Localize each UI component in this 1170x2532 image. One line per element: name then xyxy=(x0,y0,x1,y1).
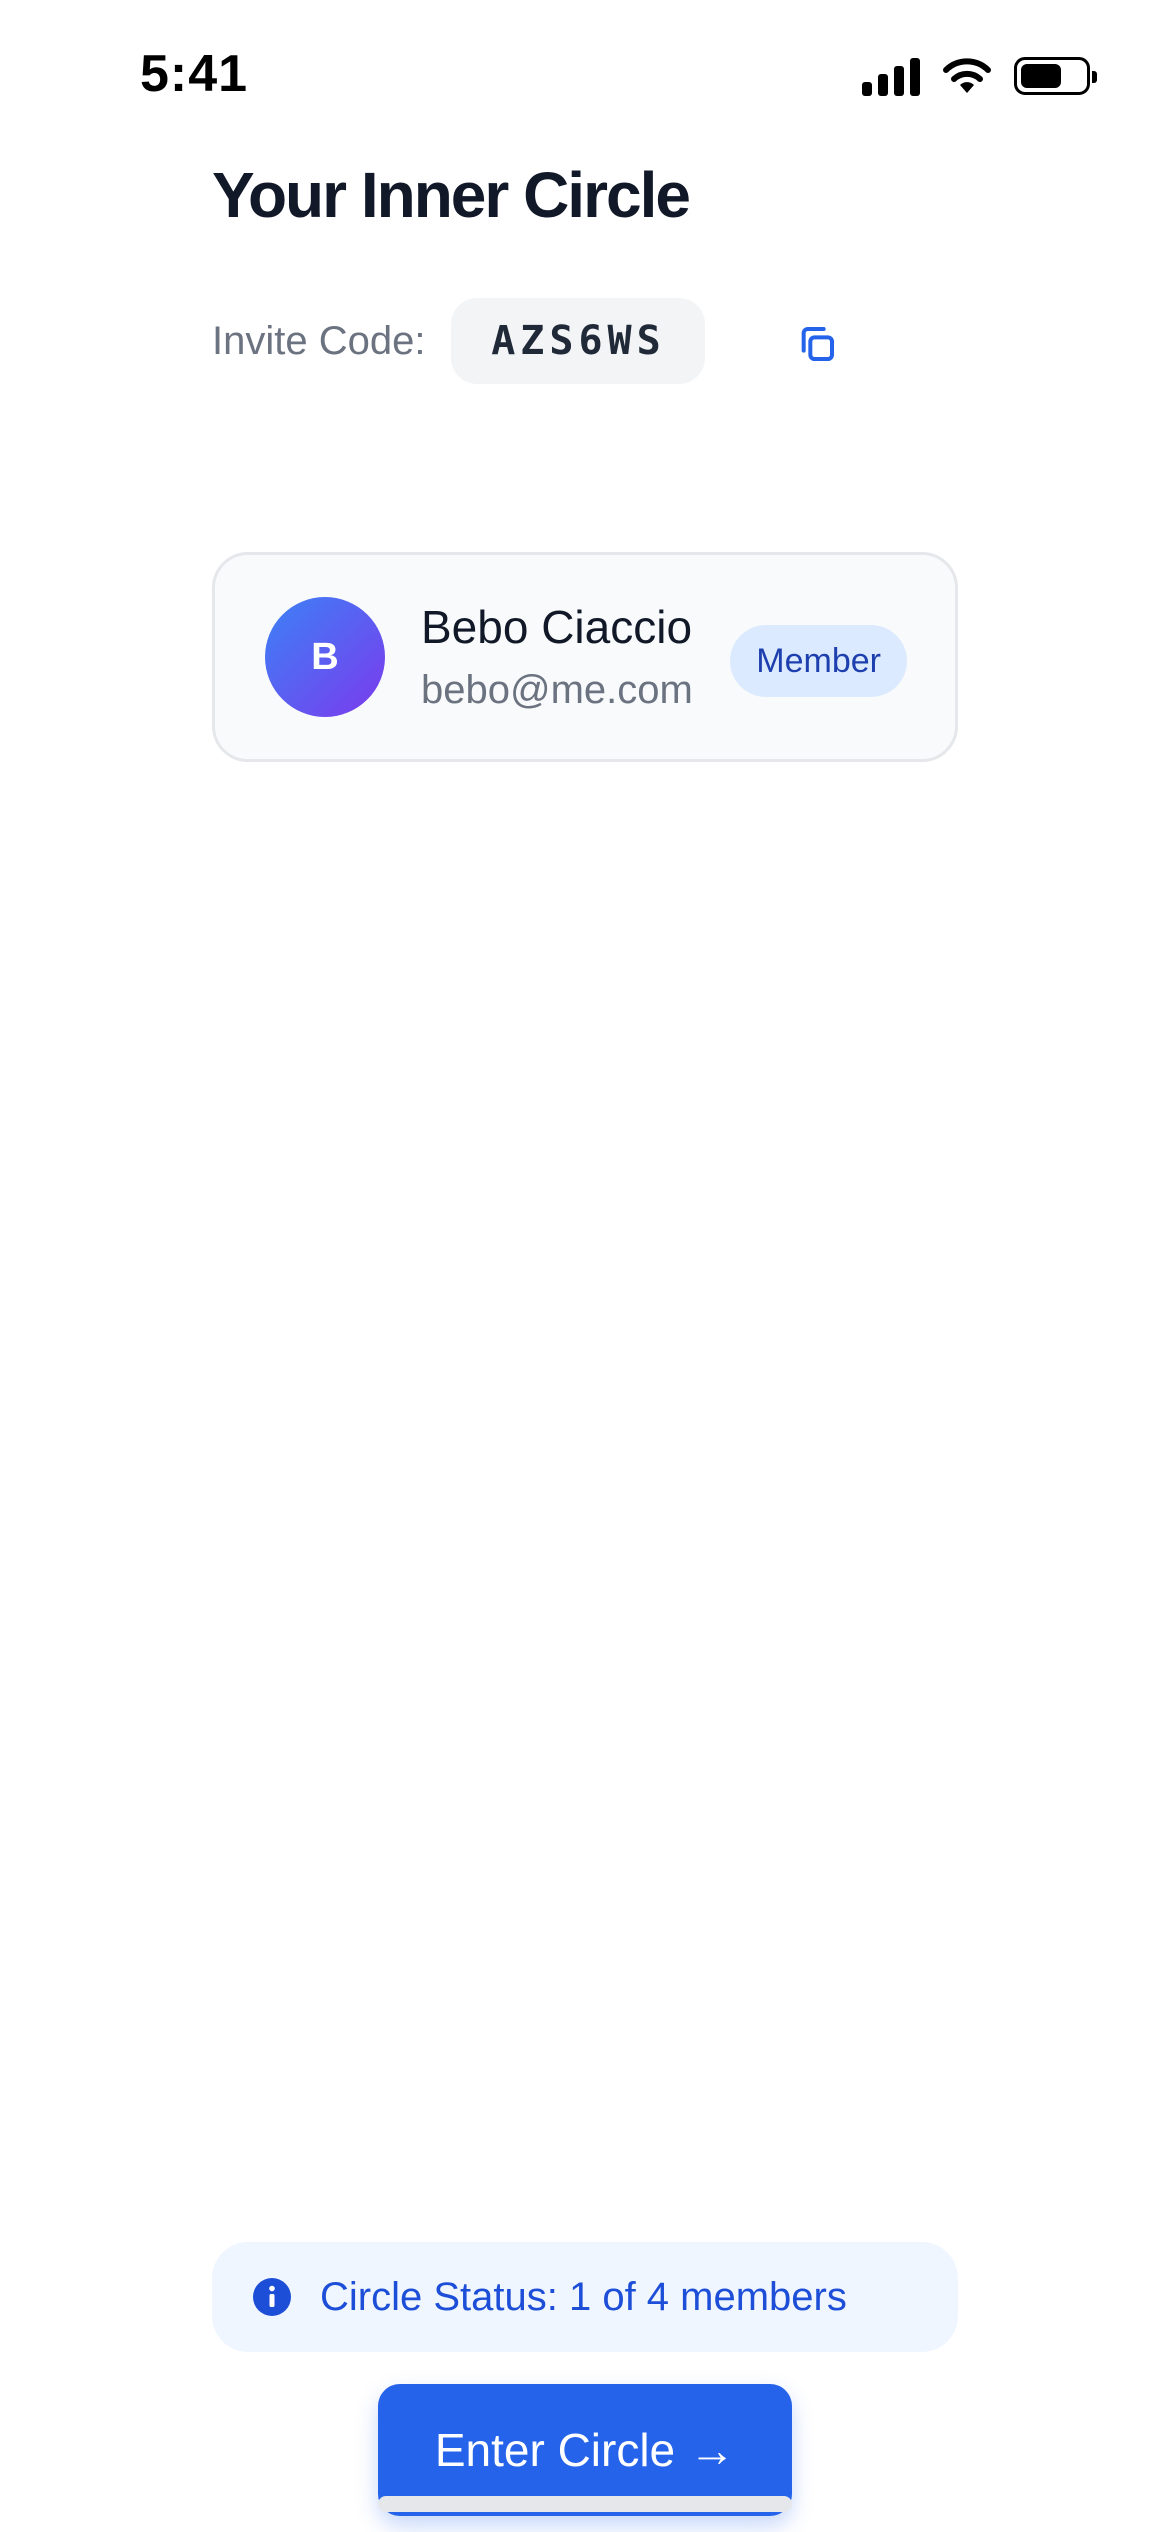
invite-code-value: AZS6WS xyxy=(451,298,706,384)
circle-status-text: Circle Status: 1 of 4 members xyxy=(320,2274,847,2319)
role-badge: Member xyxy=(730,625,907,697)
info-icon xyxy=(252,2277,292,2317)
member-email: bebo@me.com xyxy=(421,667,693,712)
home-indicator xyxy=(378,2496,792,2512)
member-name: Bebo Ciaccio xyxy=(421,601,693,654)
status-bar: 5:41 xyxy=(0,0,1170,150)
enter-circle-label: Enter Circle xyxy=(434,2424,676,2476)
status-time: 5:41 xyxy=(140,45,249,103)
status-icons xyxy=(862,56,1097,96)
battery-level xyxy=(1021,64,1062,88)
member-card[interactable]: B Bebo Ciaccio bebo@me.com Member xyxy=(212,552,958,762)
page-title: Your Inner Circle xyxy=(212,159,691,231)
signal-icon xyxy=(862,56,920,96)
avatar: B xyxy=(265,597,385,717)
battery-icon xyxy=(1014,57,1097,95)
copy-icon xyxy=(801,327,834,361)
arrow-right-icon: → xyxy=(689,2424,736,2476)
copy-invite-code-button[interactable] xyxy=(786,318,848,370)
circle-status-banner: Circle Status: 1 of 4 members xyxy=(212,2242,958,2352)
wifi-icon xyxy=(943,58,991,93)
invite-code-label: Invite Code: xyxy=(212,318,426,363)
invite-row: Invite Code: AZS6WS xyxy=(212,298,706,384)
member-info: Bebo Ciaccio bebo@me.com xyxy=(421,600,693,713)
